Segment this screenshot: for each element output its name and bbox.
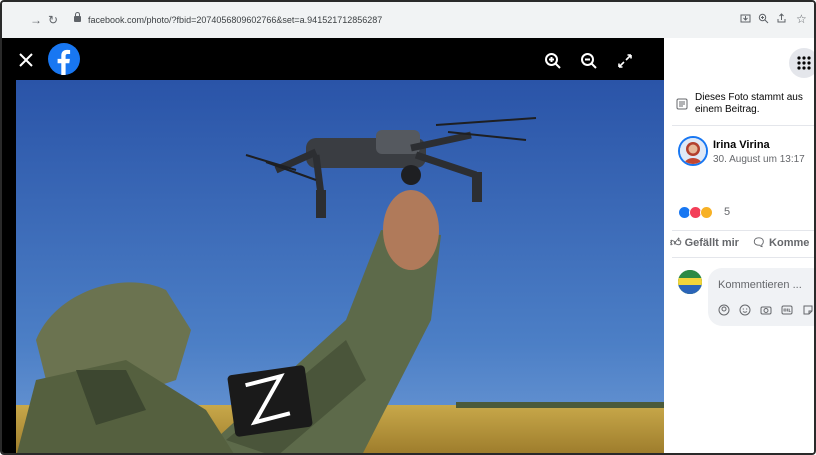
url-text[interactable]: facebook.com/photo/?fbid=207405680960276… bbox=[88, 15, 382, 25]
gif-icon[interactable] bbox=[781, 304, 793, 316]
arrow-right-icon[interactable]: → bbox=[30, 14, 42, 26]
lock-icon bbox=[74, 12, 81, 22]
author-name[interactable]: Irina Virina bbox=[713, 139, 770, 151]
author-avatar[interactable] bbox=[678, 136, 708, 166]
comment-input[interactable]: Kommentieren ... bbox=[708, 268, 814, 326]
user-photo bbox=[678, 270, 702, 294]
facebook-logo[interactable] bbox=[48, 43, 80, 75]
avatar-sticker-icon[interactable] bbox=[718, 304, 730, 316]
install-icon[interactable] bbox=[740, 13, 751, 24]
share-icon[interactable] bbox=[776, 13, 787, 24]
close-icon[interactable] bbox=[16, 50, 36, 70]
fullscreen-icon[interactable] bbox=[616, 52, 634, 70]
sticker-icon[interactable] bbox=[802, 304, 814, 316]
divider bbox=[672, 230, 814, 231]
speech-bubble-icon: 🗨︎ bbox=[752, 237, 766, 249]
post-icon bbox=[676, 98, 688, 110]
zoom-out-icon[interactable] bbox=[580, 52, 598, 70]
thumbs-up-icon: 👍︎ bbox=[670, 237, 682, 249]
browser-toolbar: → ↻ facebook.com/photo/?fbid=20740568096… bbox=[2, 2, 814, 38]
window: → ↻ facebook.com/photo/?fbid=20740568096… bbox=[0, 0, 816, 455]
camera-icon[interactable] bbox=[760, 304, 772, 316]
reaction-count[interactable]: 5 bbox=[724, 206, 730, 218]
photo-viewer bbox=[2, 38, 664, 453]
grid-menu-icon bbox=[797, 56, 811, 70]
divider bbox=[672, 125, 814, 126]
zoom-in-icon[interactable] bbox=[544, 52, 562, 70]
menu-button[interactable] bbox=[789, 48, 814, 78]
reload-icon[interactable]: ↻ bbox=[48, 14, 58, 26]
drone-photo-image bbox=[16, 80, 664, 453]
comment-placeholder[interactable]: Kommentieren ... bbox=[718, 279, 802, 291]
care-reaction-icon bbox=[700, 206, 713, 219]
post-panel: Dieses Foto stammt aus einem Beitrag. Ir… bbox=[664, 38, 814, 453]
comment-button[interactable]: 🗨︎ Komme bbox=[752, 236, 809, 249]
zoom-icon[interactable] bbox=[758, 13, 769, 24]
author-photo bbox=[680, 138, 706, 164]
post-timestamp[interactable]: 30. August um 13:17 bbox=[713, 154, 805, 165]
comment-label: Komme bbox=[769, 237, 810, 249]
divider bbox=[672, 257, 814, 258]
post-source-notice[interactable]: Dieses Foto stammt aus einem Beitrag. bbox=[695, 92, 814, 116]
star-icon[interactable]: ☆ bbox=[796, 13, 807, 25]
current-user-avatar[interactable] bbox=[678, 270, 702, 294]
emoji-icon[interactable] bbox=[739, 304, 751, 316]
like-label: Gefällt mir bbox=[684, 237, 739, 249]
post-photo bbox=[16, 80, 664, 453]
like-button[interactable]: 👍︎ Gefällt mir bbox=[670, 236, 739, 249]
